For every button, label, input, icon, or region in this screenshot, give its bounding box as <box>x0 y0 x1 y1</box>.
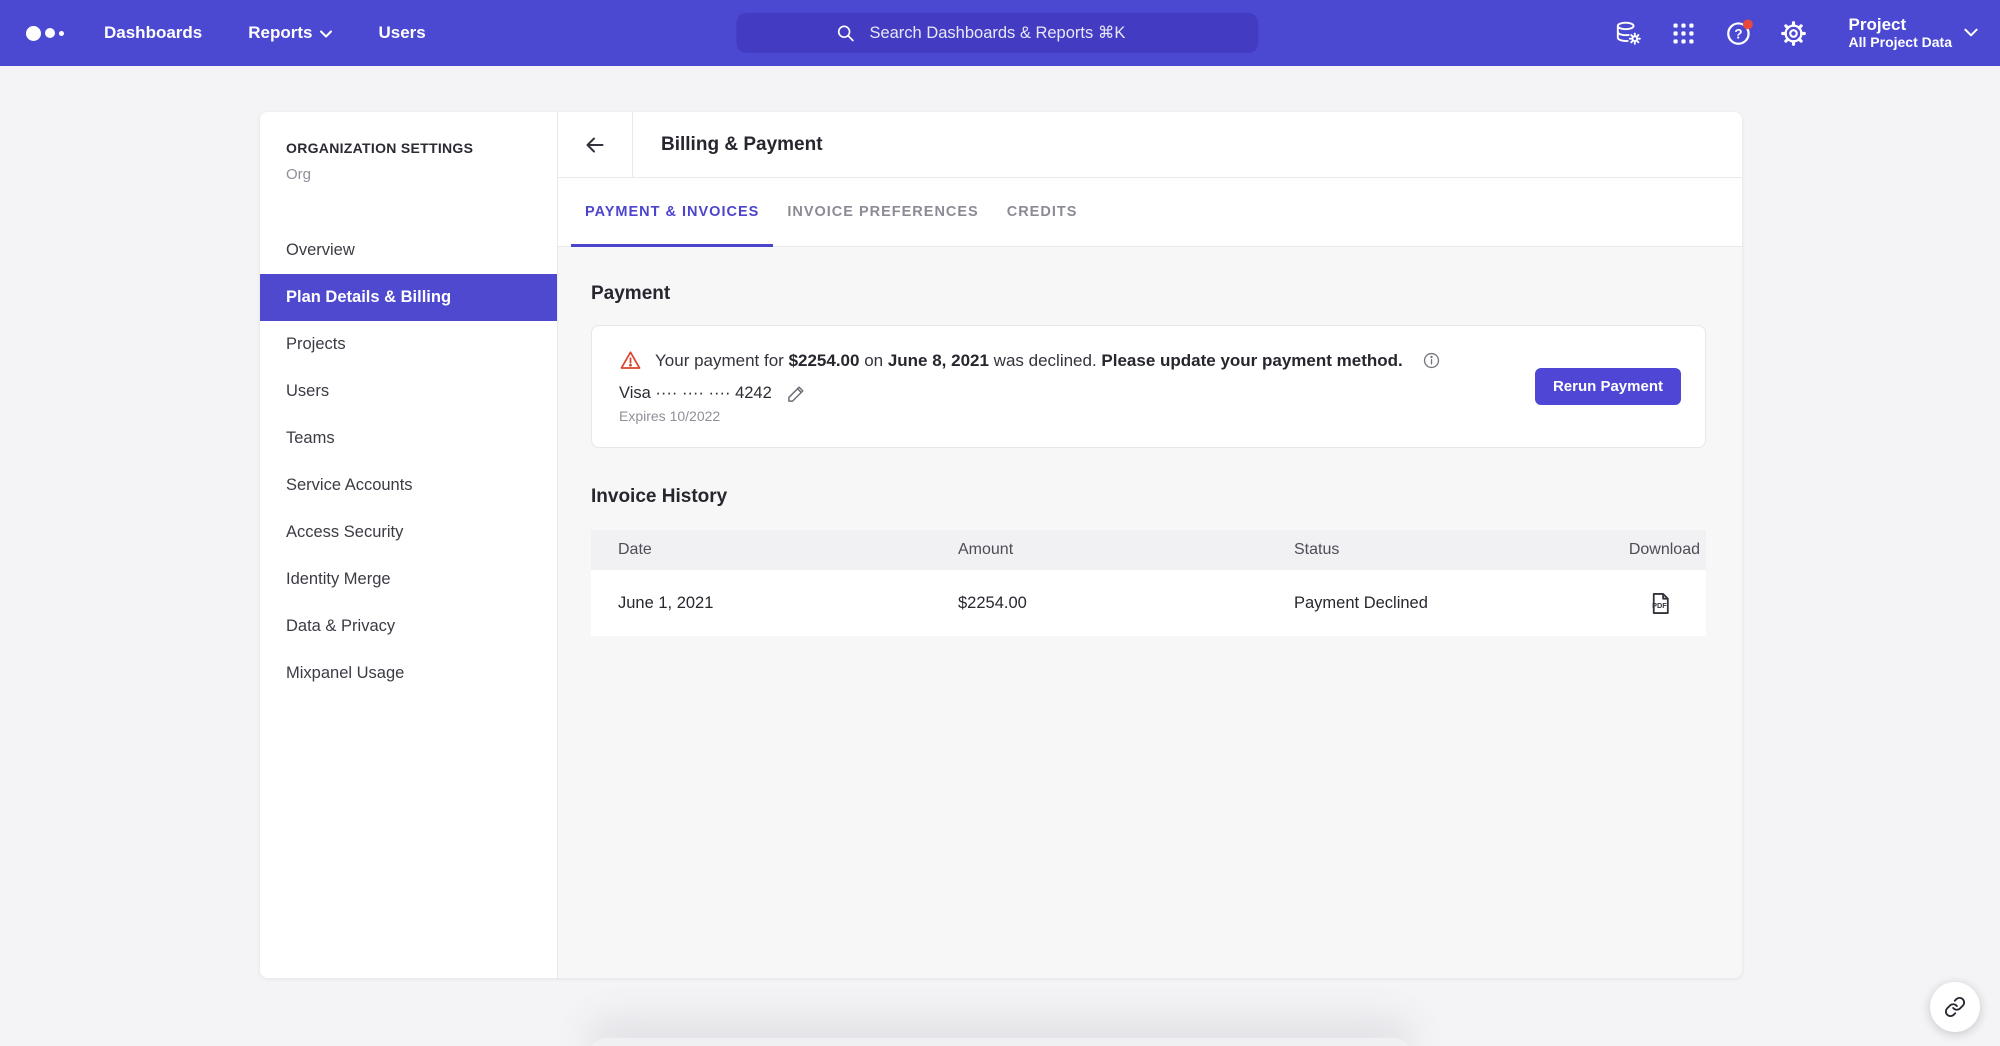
sidebar-list: Overview Plan Details & Billing Projects… <box>260 227 557 697</box>
sidebar-heading: ORGANIZATION SETTINGS <box>260 140 557 156</box>
alert-action: Please update your payment method. <box>1101 351 1402 370</box>
project-switcher[interactable]: Project All Project Data <box>1849 15 1978 51</box>
invoice-history-title: Invoice History <box>591 486 1706 508</box>
invoice-amount: $2254.00 <box>958 594 1294 613</box>
link-icon <box>1944 996 1966 1018</box>
sidebar-item-service-accounts[interactable]: Service Accounts <box>260 462 557 509</box>
tab-invoice-preferences[interactable]: INVOICE PREFERENCES <box>773 178 992 246</box>
top-nav: Dashboards Reports Users <box>0 0 2000 66</box>
warning-triangle-icon <box>619 349 642 372</box>
back-box <box>558 112 633 177</box>
sidebar-item-teams[interactable]: Teams <box>260 415 557 462</box>
sidebar-item-mixpanel-usage[interactable]: Mixpanel Usage <box>260 650 557 697</box>
search-input[interactable] <box>736 13 1258 53</box>
settings-card: ORGANIZATION SETTINGS Org Overview Plan … <box>260 112 1742 978</box>
column-header-status: Status <box>1294 541 1580 559</box>
chevron-down-icon <box>1964 24 1978 42</box>
sidebar-item-projects[interactable]: Projects <box>260 321 557 368</box>
org-settings-sidebar: ORGANIZATION SETTINGS Org Overview Plan … <box>260 112 557 978</box>
nav-link-dashboards[interactable]: Dashboards <box>104 23 202 43</box>
page-title: Billing & Payment <box>633 112 823 177</box>
mixpanel-logo[interactable] <box>26 26 64 41</box>
alert-text: Your payment for $2254.00 on June 8, 202… <box>655 351 1403 371</box>
settings-gear-icon[interactable] <box>1780 19 1808 47</box>
logo-dot-large <box>26 26 41 41</box>
nav-link-users[interactable]: Users <box>378 23 425 43</box>
billing-pane: Billing & Payment PAYMENT & INVOICES INV… <box>557 112 1742 978</box>
invoice-table-header: Date Amount Status Download <box>591 530 1706 570</box>
declined-alert: Your payment for $2254.00 on June 8, 202… <box>619 349 1441 372</box>
invoice-row: June 1, 2021 $2254.00 Payment Declined P… <box>591 570 1706 636</box>
sidebar-item-identity-merge[interactable]: Identity Merge <box>260 556 557 603</box>
alert-amount: $2254.00 <box>789 351 860 370</box>
payment-method-row: Visa ···· ···· ···· 4242 <box>619 383 1441 404</box>
bottom-peek-panel <box>590 1038 1410 1046</box>
payment-alert-card: Your payment for $2254.00 on June 8, 202… <box>591 325 1706 448</box>
invoice-date: June 1, 2021 <box>618 594 958 613</box>
alert-date: June 8, 2021 <box>888 351 989 370</box>
org-name: Org <box>260 166 557 183</box>
tab-credits[interactable]: CREDITS <box>993 178 1092 246</box>
nav-right-cluster: ? Project All Project Data <box>1615 15 1978 51</box>
payment-section-title: Payment <box>591 283 1706 305</box>
info-icon[interactable] <box>1422 351 1441 370</box>
sidebar-item-access-security[interactable]: Access Security <box>260 509 557 556</box>
svg-text:PDF: PDF <box>1652 600 1667 609</box>
svg-text:?: ? <box>1734 26 1742 41</box>
nav-link-label: Reports <box>248 23 312 43</box>
sidebar-item-data-privacy[interactable]: Data & Privacy <box>260 603 557 650</box>
sidebar-item-users[interactable]: Users <box>260 368 557 415</box>
apps-grid-icon[interactable] <box>1670 19 1698 47</box>
help-icon[interactable]: ? <box>1725 19 1753 47</box>
logo-dot-medium <box>45 28 55 38</box>
data-management-icon[interactable] <box>1615 19 1643 47</box>
project-switcher-title: Project <box>1849 15 1952 35</box>
nav-link-label: Users <box>378 23 425 43</box>
nav-link-reports[interactable]: Reports <box>248 23 332 43</box>
copy-link-button[interactable] <box>1930 982 1980 1032</box>
tab-payment-invoices[interactable]: PAYMENT & INVOICES <box>571 178 773 246</box>
rerun-payment-button[interactable]: Rerun Payment <box>1535 368 1681 405</box>
invoice-status: Payment Declined <box>1294 594 1580 613</box>
payment-alert-details: Your payment for $2254.00 on June 8, 202… <box>619 349 1441 424</box>
column-header-amount: Amount <box>958 541 1294 559</box>
invoice-table: Date Amount Status Download June 1, 2021… <box>591 530 1706 636</box>
sidebar-item-overview[interactable]: Overview <box>260 227 557 274</box>
project-switcher-subtitle: All Project Data <box>1849 34 1952 51</box>
column-header-download: Download <box>1580 541 1700 559</box>
sidebar-item-plan-details-billing[interactable]: Plan Details & Billing <box>260 274 557 321</box>
logo-dot-small <box>59 31 64 36</box>
card-expiry: Expires 10/2022 <box>619 408 1441 424</box>
pane-header: Billing & Payment <box>558 112 1742 178</box>
search-icon <box>835 23 855 48</box>
global-search <box>736 13 1258 53</box>
card-summary: Visa ···· ···· ···· 4242 <box>619 384 772 403</box>
nav-link-label: Dashboards <box>104 23 202 43</box>
chevron-down-icon <box>320 23 332 43</box>
billing-tabs: PAYMENT & INVOICES INVOICE PREFERENCES C… <box>558 178 1742 247</box>
column-header-date: Date <box>618 541 958 559</box>
pane-content: Payment Your payment for $2254.00 on Jun… <box>558 247 1742 978</box>
edit-card-icon[interactable] <box>786 383 807 404</box>
back-button[interactable] <box>580 130 610 160</box>
download-pdf-icon[interactable]: PDF <box>1647 590 1674 617</box>
